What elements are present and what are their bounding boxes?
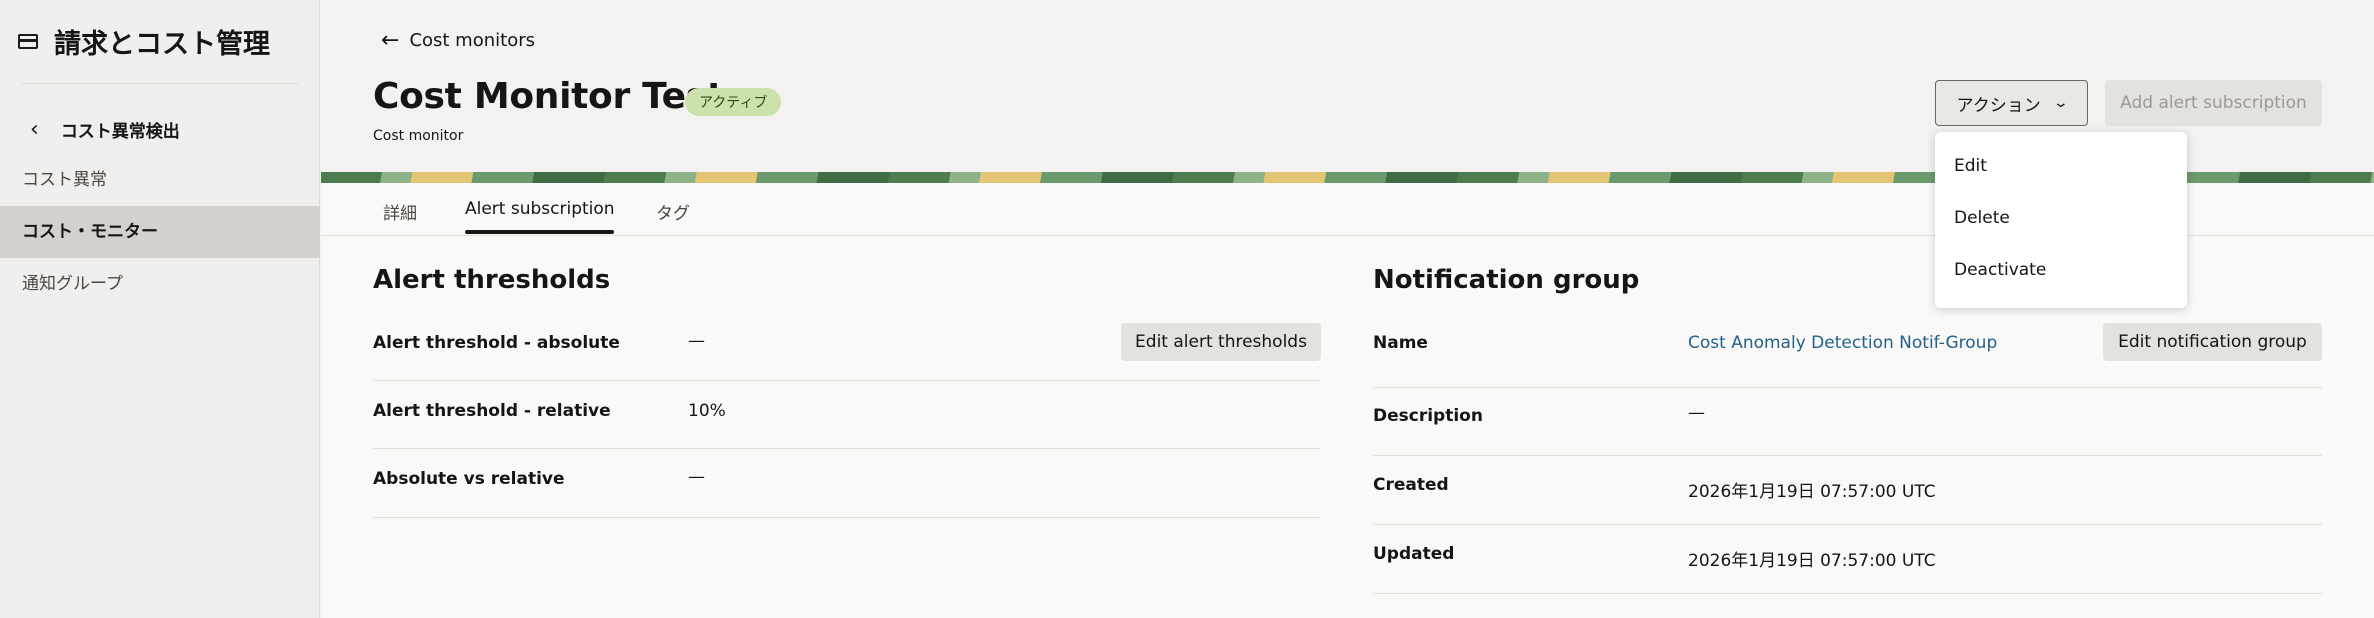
notification-updated-label: Updated bbox=[1373, 544, 1455, 564]
page-title: Cost Monitor Test bbox=[373, 76, 724, 117]
main-area: ← Cost monitors Cost Monitor Test アクティブ … bbox=[321, 0, 2374, 618]
notification-created-value: 2026年1月19日 07:57:00 UTC bbox=[1688, 482, 1936, 502]
notification-description-value: — bbox=[1688, 403, 1705, 423]
credit-card-icon bbox=[18, 34, 38, 49]
row-divider bbox=[373, 448, 1321, 449]
actions-button-label: アクション bbox=[1956, 95, 2041, 116]
row-divider bbox=[373, 380, 1321, 381]
row-divider bbox=[373, 517, 1321, 518]
row-divider bbox=[1373, 455, 2322, 456]
sidebar-item-notification-groups[interactable]: 通知グループ bbox=[0, 258, 320, 310]
tab-details[interactable]: 詳細 bbox=[383, 199, 417, 224]
threshold-absolute-value: — bbox=[688, 331, 705, 351]
sidebar: 請求とコスト管理 ‹ コスト異常検出 コスト異常 コスト・モニター 通知グループ bbox=[0, 0, 320, 618]
page-subtitle: Cost monitor bbox=[373, 128, 464, 144]
breadcrumb[interactable]: ← Cost monitors bbox=[381, 28, 535, 53]
status-badge: アクティブ bbox=[685, 88, 782, 116]
row-divider bbox=[1373, 524, 2322, 525]
menu-item-deactivate[interactable]: Deactivate bbox=[1954, 260, 2046, 280]
breadcrumb-label: Cost monitors bbox=[409, 30, 535, 51]
sidebar-title: 請求とコスト管理 bbox=[54, 29, 270, 60]
threshold-absolute-label: Alert threshold - absolute bbox=[373, 333, 620, 353]
absolute-vs-relative-label: Absolute vs relative bbox=[373, 469, 565, 489]
notification-created-label: Created bbox=[1373, 475, 1449, 495]
edit-notification-group-button[interactable]: Edit notification group bbox=[2103, 323, 2322, 361]
active-tab-indicator bbox=[465, 230, 614, 234]
notification-group-link[interactable]: Cost Anomaly Detection Notif-Group bbox=[1688, 333, 1997, 353]
row-divider bbox=[1373, 593, 2322, 594]
notification-updated-value: 2026年1月19日 07:57:00 UTC bbox=[1688, 551, 1936, 571]
sidebar-back-label: コスト異常検出 bbox=[60, 122, 180, 142]
sidebar-item-cost-anomalies[interactable]: コスト異常 bbox=[0, 154, 320, 206]
alert-thresholds-title: Alert thresholds bbox=[373, 265, 611, 295]
actions-menu: Edit Delete Deactivate bbox=[1935, 132, 2187, 308]
add-alert-subscription-button[interactable]: Add alert subscription bbox=[2105, 80, 2322, 126]
threshold-relative-label: Alert threshold - relative bbox=[373, 401, 611, 421]
tab-alert-subscription[interactable]: Alert subscription bbox=[465, 199, 615, 219]
chevron-down-icon: ⌄ bbox=[2052, 95, 2069, 111]
edit-alert-thresholds-button[interactable]: Edit alert thresholds bbox=[1121, 323, 1321, 361]
row-divider bbox=[1373, 387, 2322, 388]
notification-group-title: Notification group bbox=[1373, 265, 1640, 295]
menu-item-edit[interactable]: Edit bbox=[1954, 156, 1987, 176]
menu-item-delete[interactable]: Delete bbox=[1954, 208, 2010, 228]
chevron-left-icon: ‹ bbox=[30, 117, 39, 142]
sidebar-divider bbox=[22, 83, 298, 84]
arrow-left-icon: ← bbox=[381, 28, 400, 53]
notification-description-label: Description bbox=[1373, 406, 1483, 426]
threshold-relative-value: 10% bbox=[688, 401, 726, 421]
tab-tags[interactable]: タグ bbox=[656, 199, 690, 224]
sidebar-item-cost-monitors[interactable]: コスト・モニター bbox=[0, 206, 320, 258]
notification-name-label: Name bbox=[1373, 333, 1428, 353]
absolute-vs-relative-value: — bbox=[688, 467, 705, 487]
actions-button[interactable]: アクション ⌄ bbox=[1935, 80, 2088, 126]
sidebar-header: 請求とコスト管理 bbox=[18, 22, 270, 61]
sidebar-back-link[interactable]: ‹ コスト異常検出 bbox=[30, 117, 180, 142]
